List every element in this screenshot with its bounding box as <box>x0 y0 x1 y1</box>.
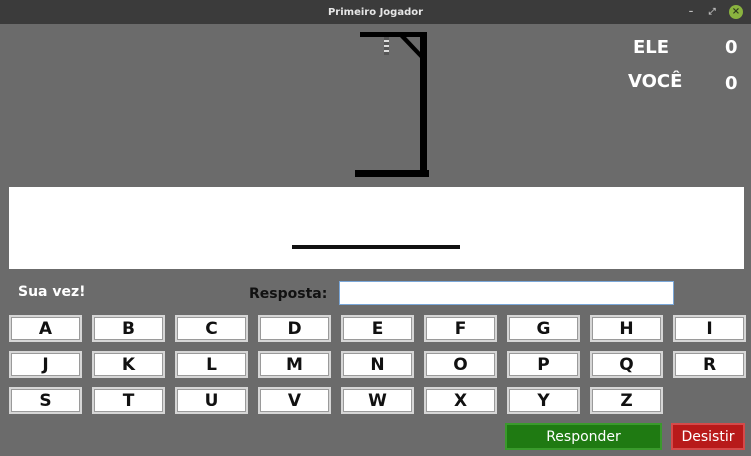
key-h[interactable]: H <box>590 315 663 342</box>
maximize-icon[interactable]: ⤢ <box>705 5 719 19</box>
window-title: Primeiro Jogador <box>327 6 424 18</box>
key-d[interactable]: D <box>258 315 331 342</box>
hidden-word-slot <box>292 245 460 249</box>
player-score-label: VOCÊ <box>628 71 683 92</box>
key-c[interactable]: C <box>175 315 248 342</box>
key-j[interactable]: J <box>9 351 82 378</box>
key-t[interactable]: T <box>92 387 165 414</box>
key-q[interactable]: Q <box>590 351 663 378</box>
answer-label: Resposta: <box>249 286 328 302</box>
key-a[interactable]: A <box>9 315 82 342</box>
key-p[interactable]: P <box>507 351 580 378</box>
key-i[interactable]: I <box>673 315 746 342</box>
gallows-drawing <box>355 32 429 177</box>
key-f[interactable]: F <box>424 315 497 342</box>
turn-status: Sua vez! <box>18 284 86 300</box>
answer-button[interactable]: Responder <box>505 423 662 450</box>
player-score-value: 0 <box>725 73 738 94</box>
opponent-score-label: ELE <box>633 37 670 58</box>
key-e[interactable]: E <box>341 315 414 342</box>
key-v[interactable]: V <box>258 387 331 414</box>
minimize-icon[interactable]: – <box>684 5 698 19</box>
close-icon[interactable]: × <box>729 5 743 19</box>
key-r[interactable]: R <box>673 351 746 378</box>
opponent-score-value: 0 <box>725 37 738 58</box>
key-o[interactable]: O <box>424 351 497 378</box>
key-z[interactable]: Z <box>590 387 663 414</box>
key-m[interactable]: M <box>258 351 331 378</box>
key-u[interactable]: U <box>175 387 248 414</box>
gallows-base <box>355 170 429 177</box>
key-w[interactable]: W <box>341 387 414 414</box>
key-x[interactable]: X <box>424 387 497 414</box>
key-g[interactable]: G <box>507 315 580 342</box>
title-bar: Primeiro Jogador – ⤢ × <box>0 0 751 24</box>
quit-button[interactable]: Desistir <box>671 423 745 450</box>
key-s[interactable]: S <box>9 387 82 414</box>
word-panel <box>9 187 744 269</box>
key-k[interactable]: K <box>92 351 165 378</box>
gallows-beam <box>360 32 427 37</box>
key-y[interactable]: Y <box>507 387 580 414</box>
key-l[interactable]: L <box>175 351 248 378</box>
answer-input[interactable] <box>339 281 674 305</box>
key-n[interactable]: N <box>341 351 414 378</box>
gallows-brace <box>400 37 422 60</box>
key-b[interactable]: B <box>92 315 165 342</box>
